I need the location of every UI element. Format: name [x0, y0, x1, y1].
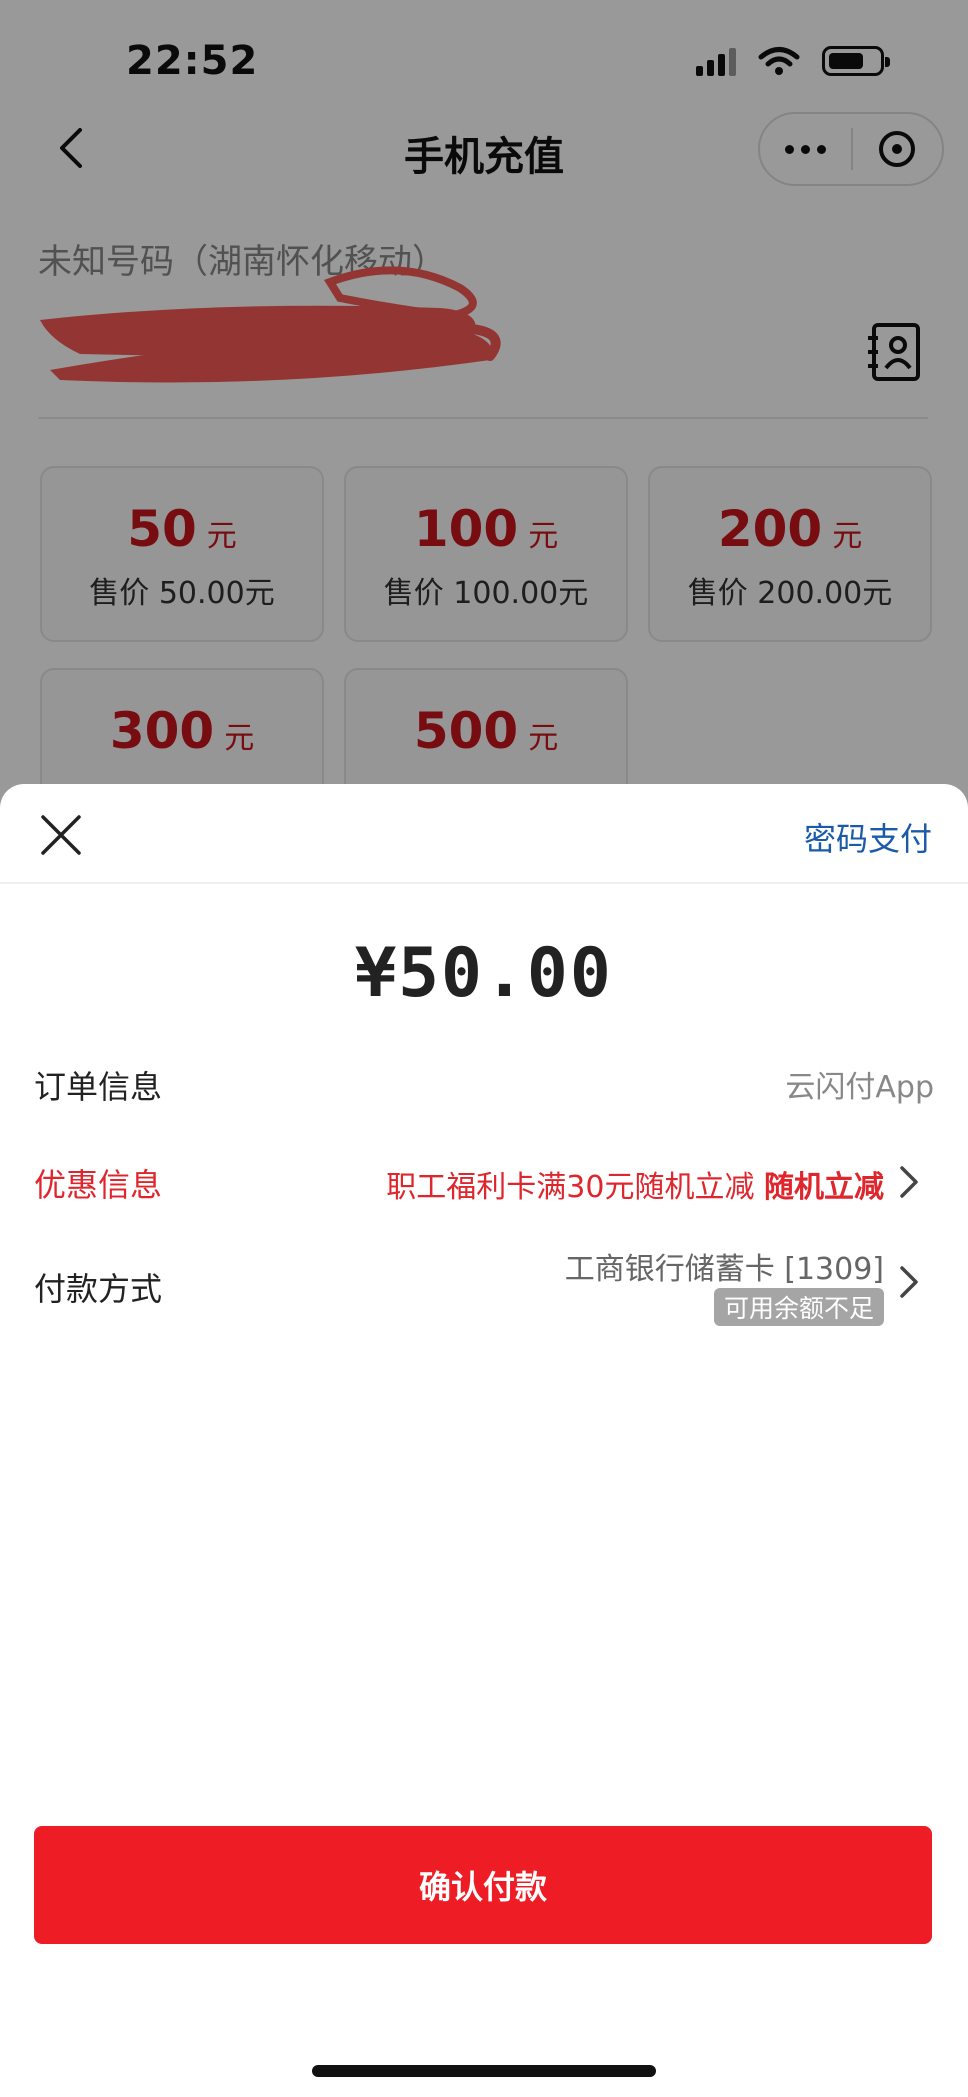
order-info-value: 云闪付App	[785, 1070, 934, 1105]
payment-method-row[interactable]: 付款方式 工商银行储蓄卡 [1309] 可用余额不足	[34, 1244, 934, 1334]
promo-info-value: 职工福利卡满30元随机立减 随机立减	[386, 1162, 884, 1206]
confirm-payment-button[interactable]: 确认付款	[34, 1826, 932, 1944]
promo-highlight: 随机立减	[764, 1170, 884, 1205]
order-info-label: 订单信息	[34, 1068, 163, 1106]
insufficient-balance-badge: 可用余额不足	[713, 1288, 884, 1326]
close-icon[interactable]	[40, 814, 82, 856]
home-indicator	[312, 2065, 656, 2077]
promo-description: 职工福利卡满30元随机立减	[386, 1170, 755, 1205]
promo-info-label: 优惠信息	[34, 1166, 163, 1204]
chevron-right-icon	[900, 1166, 918, 1198]
password-pay-link[interactable]: 密码支付	[804, 814, 932, 860]
payment-method-bank: 工商银行储蓄卡 [1309]	[564, 1252, 884, 1287]
sheet-header: 密码支付	[0, 784, 968, 884]
chevron-right-icon	[900, 1266, 918, 1298]
payment-method-label: 付款方式	[34, 1270, 163, 1308]
payment-sheet: 密码支付 ¥50.00 订单信息 云闪付App 优惠信息 职工福利卡满30元随机…	[0, 784, 968, 2097]
payment-amount: ¥50.00	[355, 934, 613, 1013]
